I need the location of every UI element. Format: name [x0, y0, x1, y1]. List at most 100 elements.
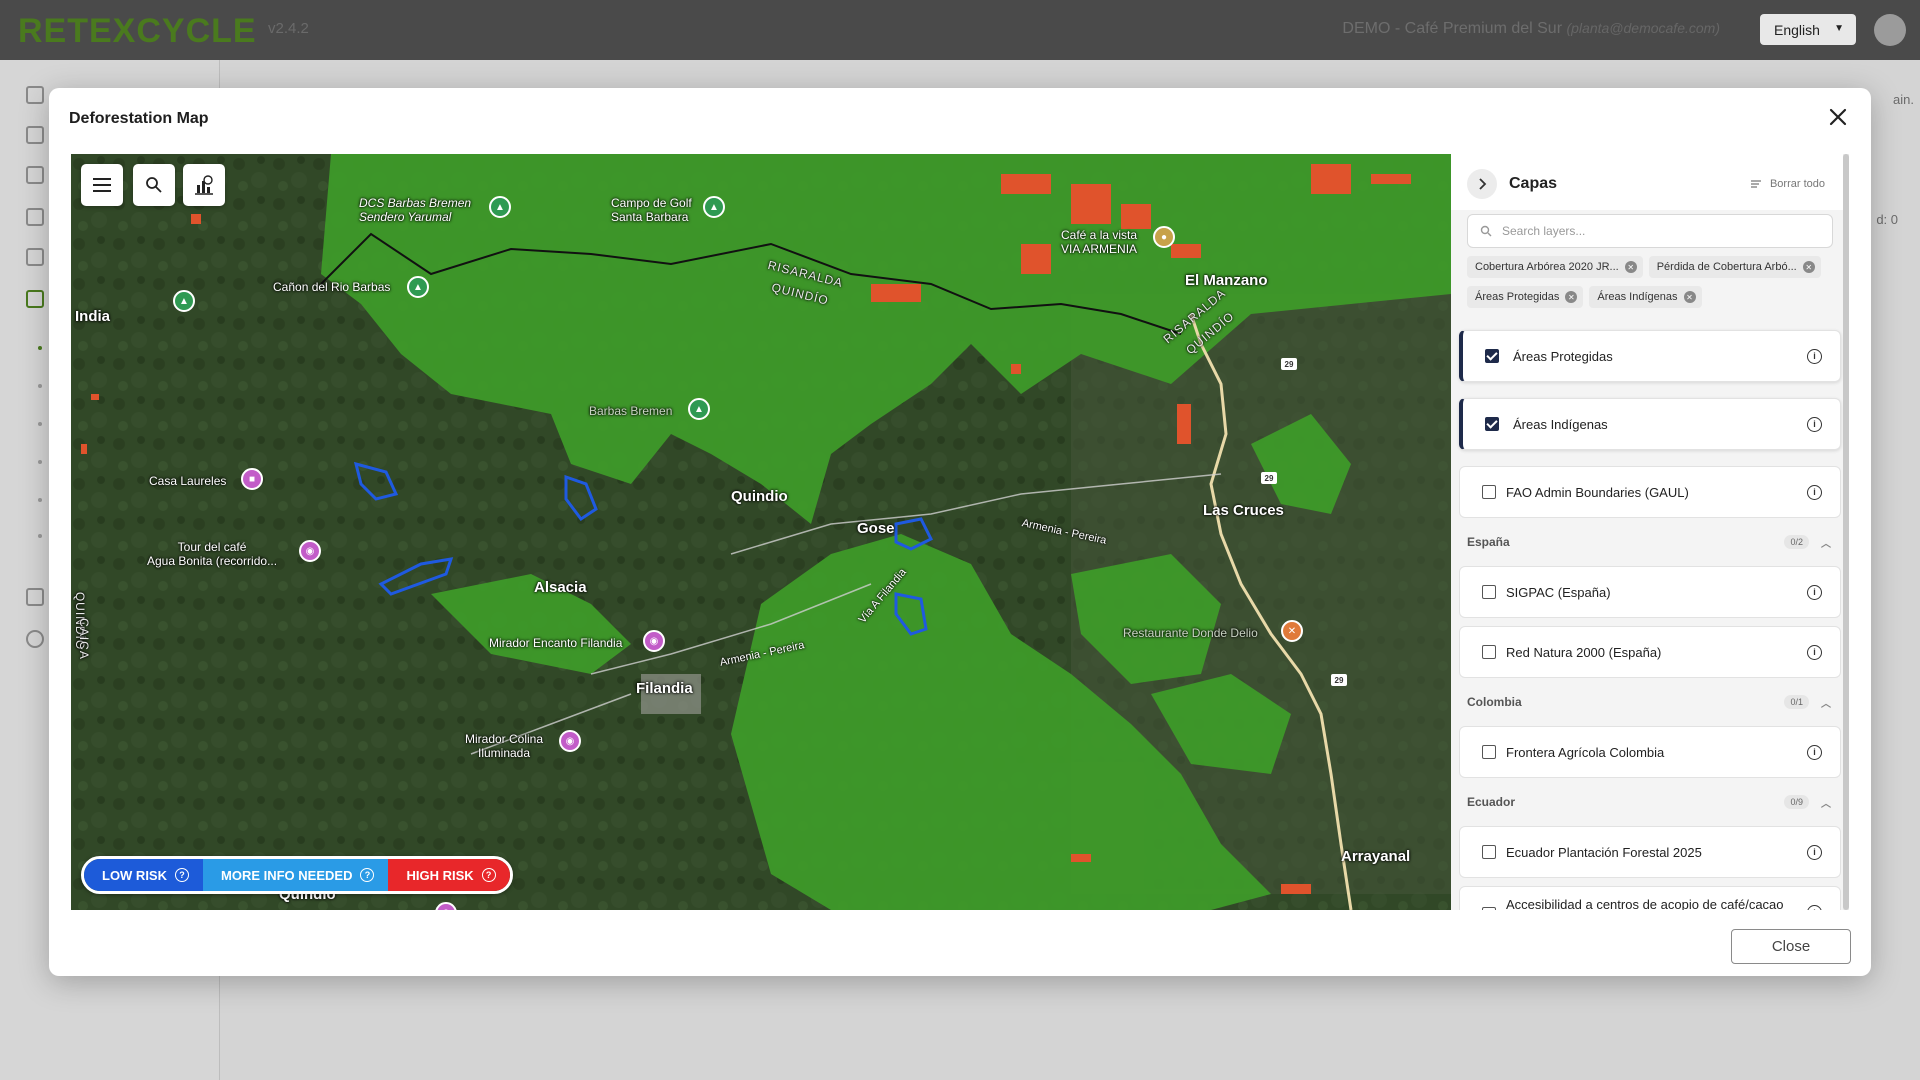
group-header-ecuador[interactable]: Ecuador 0/9 ︿ [1467, 792, 1833, 812]
plant-icon[interactable] [26, 208, 44, 226]
analysis-button[interactable] [183, 164, 225, 206]
gear-icon[interactable] [26, 630, 44, 648]
place-label: India [75, 308, 111, 325]
menu-button[interactable] [81, 164, 123, 206]
cafe-marker-icon[interactable]: ● [1153, 226, 1175, 248]
sub-item-dot[interactable] [38, 346, 42, 350]
high-risk-filter[interactable]: HIGH RISK? [388, 859, 510, 891]
hotel-marker-icon[interactable]: ■ [241, 468, 263, 490]
tree-marker-icon[interactable]: ▲ [407, 276, 429, 298]
map-search-button[interactable] [133, 164, 175, 206]
brand-logo: RETEXCYCLE [18, 12, 257, 50]
info-icon[interactable]: i [1807, 348, 1822, 364]
search-icon [146, 177, 162, 193]
help-icon[interactable]: ? [481, 868, 496, 882]
info-icon[interactable]: i [1807, 416, 1822, 432]
low-risk-filter[interactable]: LOW RISK? [84, 859, 203, 891]
layer-checkbox[interactable] [1482, 585, 1496, 599]
scrollbar-thumb[interactable] [1843, 154, 1849, 910]
sub-item-dot[interactable] [38, 460, 42, 464]
layer-checkbox[interactable] [1482, 907, 1496, 910]
layer-search-input[interactable]: Search layers... [1467, 214, 1833, 248]
info-icon[interactable]: i [1807, 584, 1822, 600]
place-label: Filandia [636, 680, 693, 697]
poi-label: Cañon del Rio Barbas [273, 280, 391, 294]
group-header-espana[interactable]: España 0/2 ︿ [1467, 532, 1833, 552]
dashboard-icon[interactable] [26, 126, 44, 144]
layer-item-accesibilidad[interactable]: Accesibilidad a centros de acopio de caf… [1459, 886, 1841, 910]
group-header-colombia[interactable]: Colombia 0/1 ︿ [1467, 692, 1833, 712]
layer-item-areas-indigenas[interactable]: Áreas Indígenas i [1459, 398, 1841, 450]
info-icon[interactable]: i [1807, 844, 1822, 860]
tree-marker-icon[interactable]: ▲ [489, 196, 511, 218]
info-icon[interactable]: i [1807, 644, 1822, 660]
panel-scrollbar[interactable] [1843, 154, 1849, 910]
layer-item-ecuador-plantacion[interactable]: Ecuador Plantación Forestal 2025 i [1459, 826, 1841, 878]
close-button[interactable]: Close [1731, 929, 1851, 964]
place-label: Arrayanal [1341, 848, 1411, 865]
poi-label: Tour del café Agua Bonita (recorrido... [147, 540, 278, 568]
layer-chip[interactable]: Cobertura Arbórea 2020 JR... ✕ [1467, 256, 1643, 278]
info-icon[interactable]: i [1807, 484, 1822, 500]
more-info-filter[interactable]: MORE INFO NEEDED? [203, 859, 389, 891]
low-risk-label: LOW RISK [102, 867, 167, 883]
language-select[interactable]: English ▼ [1760, 14, 1856, 45]
layers-icon[interactable] [26, 166, 44, 184]
layer-chip[interactable]: Áreas Protegidas ✕ [1467, 286, 1584, 308]
bar-chart-icon[interactable] [26, 588, 44, 606]
remove-chip-icon[interactable]: ✕ [1683, 291, 1696, 303]
home-icon[interactable] [26, 86, 44, 104]
poi-label: Café a la vista VIA ARMENIA [1061, 228, 1138, 256]
sub-item-dot[interactable] [38, 422, 42, 426]
form-icon[interactable] [26, 290, 44, 308]
restaurant-marker-icon[interactable]: ✕ [1281, 620, 1303, 642]
deforestation-map[interactable]: RISARALDA QUINDÍO RISARALDA QUINDÍO QUIN… [71, 154, 1451, 910]
transfer-icon[interactable] [26, 248, 44, 266]
avatar[interactable] [1874, 14, 1906, 46]
tree-marker-icon[interactable]: ▲ [688, 398, 710, 420]
road-shield: 29 [1281, 358, 1297, 370]
layer-checkbox[interactable] [1482, 845, 1496, 859]
clear-all-button[interactable]: Borrar todo [1750, 178, 1825, 190]
sub-item-dot[interactable] [38, 384, 42, 388]
remove-chip-icon[interactable]: ✕ [1802, 261, 1815, 273]
layer-item-areas-protegidas[interactable]: Áreas Protegidas i [1459, 330, 1841, 382]
active-layer-chips: Cobertura Arbórea 2020 JR... ✕ Pérdida de… [1467, 256, 1837, 308]
sub-item-dot[interactable] [38, 534, 42, 538]
layer-chip[interactable]: Áreas Indígenas ✕ [1589, 286, 1702, 308]
layer-item-fao-gaul[interactable]: FAO Admin Boundaries (GAUL) i [1459, 466, 1841, 518]
layer-item-red-natura[interactable]: Red Natura 2000 (España) i [1459, 626, 1841, 678]
sub-item-dot[interactable] [38, 498, 42, 502]
camera-marker-icon[interactable]: ◉ [299, 540, 321, 562]
info-icon[interactable]: i [1807, 744, 1822, 760]
layer-name: Áreas Protegidas [1513, 348, 1613, 364]
info-icon[interactable]: i [1807, 905, 1822, 910]
layer-checkbox[interactable] [1485, 349, 1499, 363]
close-icon[interactable] [1823, 102, 1853, 132]
camera-marker-icon[interactable]: ◉ [559, 730, 581, 752]
camera-marker-icon[interactable]: ◉ [643, 630, 665, 652]
layer-checkbox[interactable] [1485, 417, 1499, 431]
layer-name: Áreas Indígenas [1513, 416, 1608, 432]
layer-chip[interactable]: Pérdida de Cobertura Arbó... ✕ [1648, 256, 1821, 278]
group-name: Colombia [1467, 695, 1522, 709]
app-version: v2.4.2 [268, 20, 309, 37]
poi-label: Casa Laureles [149, 474, 227, 488]
layer-checkbox[interactable] [1482, 485, 1496, 499]
layer-checkbox[interactable] [1482, 645, 1496, 659]
layer-name: Red Natura 2000 (España) [1506, 644, 1662, 660]
layer-checkbox[interactable] [1482, 745, 1496, 759]
menu-icon [93, 178, 111, 192]
company-email: (planta@democafe.com) [1566, 20, 1720, 36]
tree-marker-icon[interactable]: ▲ [703, 196, 725, 218]
panel-title: Capas [1509, 175, 1558, 192]
bg-text: ain. [1893, 92, 1914, 107]
help-icon[interactable]: ? [360, 868, 375, 882]
collapse-panel-button[interactable] [1467, 169, 1497, 199]
layer-item-sigpac[interactable]: SIGPAC (España) i [1459, 566, 1841, 618]
tree-marker-icon[interactable]: ▲ [173, 290, 195, 312]
remove-chip-icon[interactable]: ✕ [1624, 261, 1637, 273]
help-icon[interactable]: ? [175, 868, 189, 882]
remove-chip-icon[interactable]: ✕ [1565, 291, 1578, 303]
layer-item-frontera-agricola[interactable]: Frontera Agrícola Colombia i [1459, 726, 1841, 778]
